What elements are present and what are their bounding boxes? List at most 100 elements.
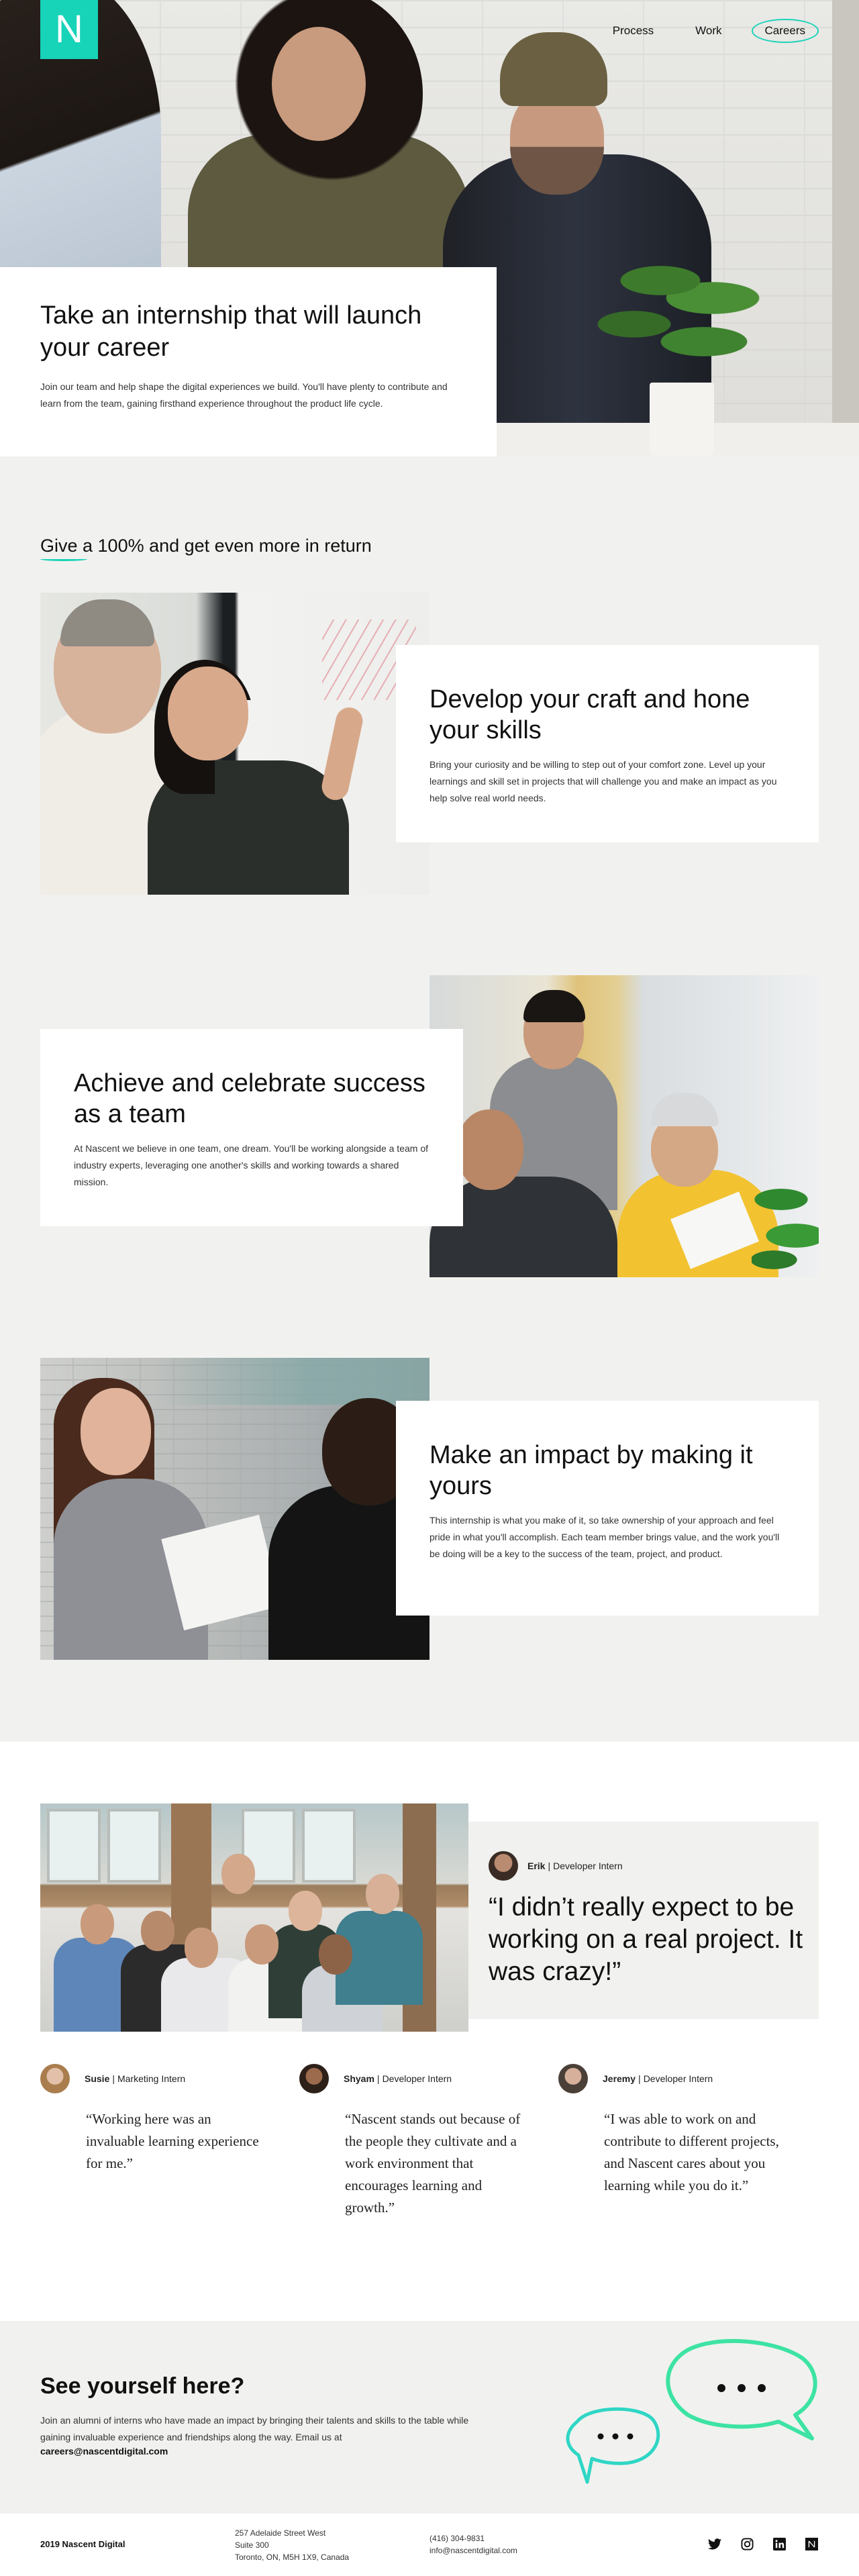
- testimonial-author: Erik | Developer Intern: [489, 1851, 819, 1881]
- testimonial-author: Shyam | Developer Intern: [299, 2064, 527, 2093]
- photo-window: [302, 1809, 356, 1883]
- hero-photo-plant: [591, 228, 765, 403]
- avatar: [489, 1851, 518, 1881]
- photo-face: [289, 1891, 322, 1931]
- bubble-dot: [758, 2384, 766, 2392]
- hero-section: N Process Work Careers Take an internshi…: [0, 0, 859, 456]
- nav-process-link[interactable]: Process: [601, 20, 666, 42]
- testimonial-author: Jeremy | Developer Intern: [558, 2064, 787, 2093]
- hero-photo-column: [832, 0, 859, 456]
- logo-letter: N: [55, 7, 83, 51]
- hero-photo-face: [272, 27, 366, 141]
- avatar: [558, 2064, 588, 2093]
- bubble-dot: [738, 2384, 746, 2392]
- feature-title: Achieve and celebrate success as a team: [74, 1069, 425, 1128]
- photo-face: [141, 1911, 174, 1951]
- hero-card: Take an internship that will launch your…: [0, 267, 497, 456]
- author-role: Marketing Intern: [117, 2073, 186, 2084]
- nav-work-link[interactable]: Work: [683, 20, 734, 42]
- photo-person-hair: [523, 990, 585, 1022]
- photo-window: [107, 1809, 161, 1883]
- title-underline-decoration: [40, 557, 87, 561]
- hero-title: Take an internship that will launch your…: [40, 301, 422, 362]
- author-name: Shyam: [344, 2073, 374, 2084]
- feature-body: At Nascent we believe in one team, one d…: [74, 1143, 428, 1187]
- email-link[interactable]: info@nascentdigital.com: [430, 2544, 517, 2557]
- author-name: Susie: [85, 2073, 110, 2084]
- author-separator: |: [548, 1861, 551, 1871]
- nascent-icon[interactable]: [804, 2536, 819, 2551]
- author-separator: |: [376, 2073, 380, 2084]
- testimonials-section: Erik | Developer Intern “I didn’t really…: [0, 1742, 859, 2321]
- featured-testimonial: Erik | Developer Intern “I didn’t really…: [468, 1822, 819, 2019]
- author-name: Jeremy: [603, 2073, 636, 2084]
- testimonial-item: Susie | Marketing Intern “Working here w…: [40, 2064, 268, 2175]
- testimonial-quote: “Working here was an invaluable learning…: [86, 2111, 259, 2171]
- photo-person-head: [456, 1109, 523, 1190]
- feature-photo-team: [430, 975, 819, 1277]
- hero-photo-cap: [500, 32, 607, 106]
- author-name: Erik: [527, 1861, 546, 1871]
- photo-face: [245, 1924, 279, 1965]
- small-bubble: [566, 2407, 660, 2484]
- photo-person-head: [81, 1388, 151, 1475]
- author-separator: |: [112, 2073, 115, 2084]
- avatar: [40, 2064, 70, 2093]
- copyright: 2019 Nascent Digital: [40, 2539, 125, 2549]
- photo-person-cap: [651, 1093, 718, 1126]
- main-nav: Process Work Careers: [583, 19, 819, 43]
- intern-group-photo: [40, 1803, 468, 2032]
- author-role: Developer Intern: [643, 2073, 713, 2084]
- linkedin-icon[interactable]: [772, 2536, 787, 2551]
- bubble-dot: [597, 2433, 604, 2440]
- feature-card-impact: Make an impact by making it yours This i…: [396, 1401, 819, 1616]
- feature-body: Bring your curiosity and be willing to s…: [430, 759, 777, 803]
- testimonial-author: Susie | Marketing Intern: [40, 2064, 268, 2093]
- footer: 2019 Nascent Digital 257 Adelaide Street…: [0, 2514, 859, 2576]
- benefits-section: Give a 100% and get even more in return …: [0, 456, 859, 1742]
- cta-body: Join an alumni of interns who have made …: [40, 2415, 469, 2442]
- address-line: 257 Adelaide Street West: [235, 2528, 326, 2538]
- address-line: Suite 300: [235, 2540, 269, 2550]
- photo-face: [185, 1928, 218, 1968]
- photo-person-hair: [60, 599, 154, 646]
- photo-plant: [752, 1163, 819, 1277]
- nascent-logo[interactable]: N: [40, 0, 98, 59]
- photo-person-head: [168, 666, 248, 760]
- photo-face: [366, 1874, 399, 1914]
- feature-body: This internship is what you make of it, …: [430, 1515, 780, 1559]
- hero-body: Join our team and help shape the digital…: [40, 381, 448, 409]
- photo-face: [221, 1854, 255, 1894]
- bubble-dot: [612, 2433, 619, 2440]
- instagram-icon[interactable]: [740, 2536, 754, 2551]
- hero-photo-plant-pot: [650, 383, 714, 456]
- bubble-dot: [717, 2384, 725, 2392]
- author-role: Developer Intern: [382, 2073, 452, 2084]
- photo-window: [47, 1809, 101, 1883]
- phone-link[interactable]: (416) 304-9831: [430, 2532, 517, 2544]
- photo-face: [81, 1904, 114, 1944]
- twitter-icon[interactable]: [707, 2536, 722, 2551]
- feature-title: Develop your craft and hone your skills: [430, 685, 750, 744]
- address-line: Toronto, ON, M5H 1X9, Canada: [235, 2553, 350, 2562]
- photo-face: [319, 1934, 352, 1975]
- nav-careers-link[interactable]: Careers: [751, 19, 819, 43]
- testimonial-item: Shyam | Developer Intern “Nascent stands…: [299, 2064, 527, 2219]
- testimonial-quote: “Nascent stands out because of the peopl…: [345, 2111, 521, 2216]
- author-separator: |: [638, 2073, 641, 2084]
- feature-card-craft: Develop your craft and hone your skills …: [396, 645, 819, 842]
- author-role: Developer Intern: [553, 1861, 623, 1871]
- cta-section: See yourself here? Join an alumni of int…: [0, 2321, 859, 2514]
- contact-info: (416) 304-9831 info@nascentdigital.com: [430, 2532, 517, 2557]
- testimonial-item: Jeremy | Developer Intern “I was able to…: [558, 2064, 787, 2197]
- social-links: [707, 2536, 819, 2551]
- avatar: [299, 2064, 329, 2093]
- benefits-title: Give a 100% and get even more in return: [40, 536, 372, 556]
- featured-quote: “I didn’t really expect to be working on…: [489, 1893, 803, 1986]
- speech-bubbles-icon: [566, 2338, 817, 2484]
- feature-photo-whiteboard: [40, 593, 430, 895]
- feature-title: Make an impact by making it yours: [430, 1441, 753, 1500]
- office-address: 257 Adelaide Street West Suite 300 Toron…: [235, 2527, 349, 2563]
- testimonial-quote: “I was able to work on and contribute to…: [604, 2111, 779, 2193]
- careers-email-link[interactable]: careers@nascentdigital.com: [40, 2446, 168, 2457]
